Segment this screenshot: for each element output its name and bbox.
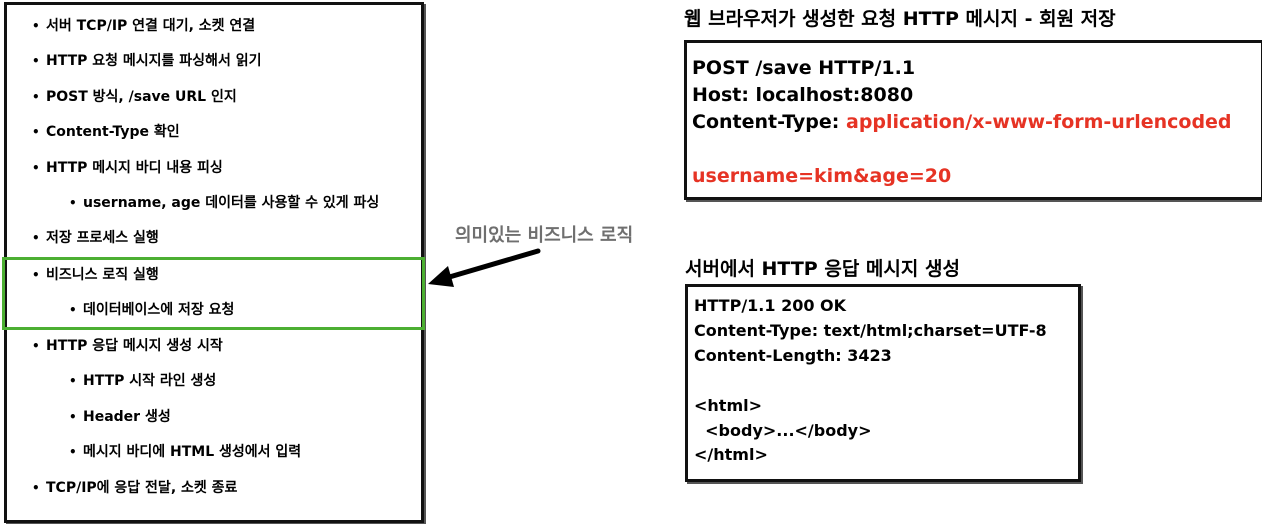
step-item: • 저장 프로세스 실행 (32, 230, 159, 246)
content-type-value: application/x-www-form-urlencoded (846, 111, 1232, 133)
step-subitem: • HTTP 시작 라인 생성 (69, 373, 217, 389)
response-body-line: </html> (694, 445, 768, 464)
arrow-left-icon (428, 248, 541, 287)
step-item: • Content-Type 확인 (32, 124, 180, 140)
business-logic-highlight (2, 257, 425, 330)
response-status-line: HTTP/1.1 200 OK (694, 296, 847, 315)
response-title: 서버에서 HTTP 응답 메시지 생성 (685, 258, 960, 280)
step-item: • HTTP 응답 메시지 생성 시작 (32, 338, 223, 354)
response-body-line: <body>...</body> (694, 421, 872, 440)
request-content-type-header: Content-Type: application/x-www-form-url… (692, 111, 1232, 133)
request-start-line: POST /save HTTP/1.1 (692, 57, 916, 79)
response-content-length-header: Content-Length: 3423 (694, 346, 892, 365)
request-title: 웹 브라우저가 생성한 요청 HTTP 메시지 - 회원 저장 (684, 8, 1116, 30)
annotation-label: 의미있는 비즈니스 로직 (455, 225, 634, 246)
step-item: • 서버 TCP/IP 연결 대기, 소켓 연결 (32, 18, 256, 34)
response-body-line: <html> (694, 396, 763, 415)
step-subitem: • 메시지 바디에 HTML 생성에서 입력 (69, 444, 302, 460)
response-content-type-header: Content-Type: text/html;charset=UTF-8 (694, 321, 1047, 340)
step-item: • HTTP 메시지 바디 내용 피싱 (32, 160, 223, 176)
step-subitem: • Header 생성 (69, 409, 171, 425)
step-subitem: • username, age 데이터를 사용할 수 있게 파싱 (69, 195, 380, 211)
step-item: • HTTP 요청 메시지를 파싱해서 읽기 (32, 53, 262, 69)
step-item: • POST 방식, /save URL 인지 (32, 89, 237, 105)
request-host-header: Host: localhost:8080 (692, 84, 914, 106)
request-body: username=kim&age=20 (692, 165, 952, 187)
step-item: • TCP/IP에 응답 전달, 소켓 종료 (32, 480, 238, 496)
